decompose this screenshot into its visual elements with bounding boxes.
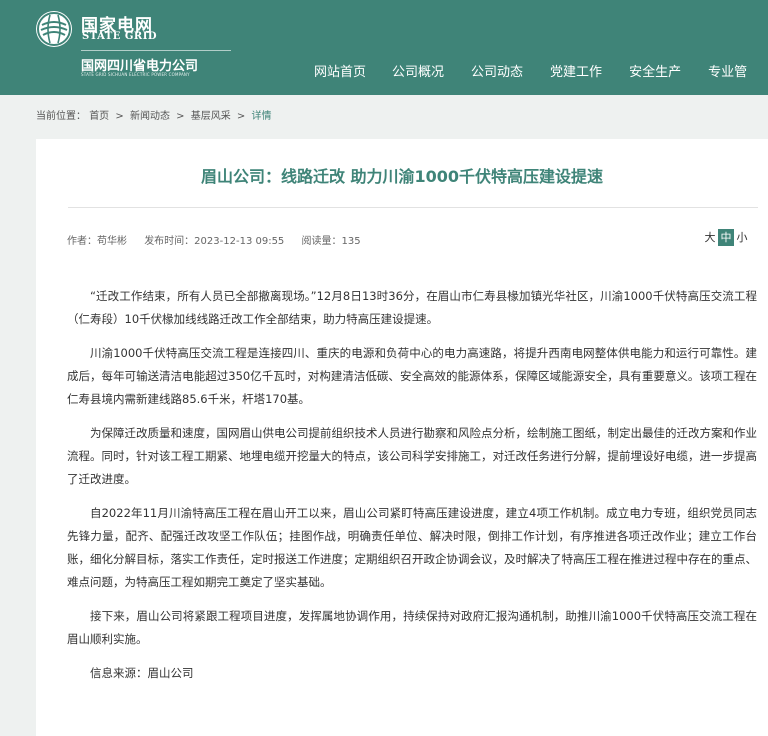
breadcrumb: 当前位置： 首页 > 新闻动态 > 基层风采 > 详情 [36,107,271,122]
breadcrumb-current: 详情 [251,111,272,122]
nav-item-company-overview[interactable]: 公司概况 [392,61,444,80]
site-header: 国家电网 STATE GRID 国网四川省电力公司 STATE GRID SIC… [0,0,768,95]
title-divider [68,207,758,208]
breadcrumb-grassroots[interactable]: 基层风采 [191,111,231,122]
breadcrumb-separator: > [236,111,246,122]
font-size-large[interactable]: 大 [702,229,718,246]
article-paragraph: 自2022年11月川渝特高压工程在眉山开工以来，眉山公司紧盯特高压建设进度，建立… [67,506,757,589]
article-published: 发布时间：2023-12-13 09:55 [144,236,285,247]
nav-item-company-news[interactable]: 公司动态 [471,61,523,80]
article-source: 信息来源：眉山公司 [90,666,194,680]
article-author: 作者：苟华彬 [67,236,127,247]
font-size-switcher: 大中小 [702,229,750,246]
nav-item-party-building[interactable]: 党建工作 [550,61,602,80]
nav-item-safety[interactable]: 安全生产 [629,61,681,80]
brand-name-en: STATE GRID [82,31,158,42]
brand-divider [81,50,231,51]
breadcrumb-news[interactable]: 新闻动态 [130,111,170,122]
article-body: “迁改工作结束，所有人员已全部撤离现场。”12月8日13时36分，在眉山市仁寿县… [67,285,757,696]
nav-item-professional[interactable]: 专业管 [708,61,747,80]
article-meta: 作者：苟华彬 发布时间：2023-12-13 09:55 阅读量：135 [67,232,375,247]
breadcrumb-separator: > [115,111,124,122]
font-size-small[interactable]: 小 [734,229,750,246]
article-paragraph: 川渝1000千伏特高压交流工程是连接四川、重庆的电源和负荷中心的电力高速路，将提… [67,346,757,406]
article-reads: 阅读量：135 [301,236,361,247]
state-grid-logo-icon[interactable] [36,11,72,47]
breadcrumb-prefix: 当前位置： [36,111,86,122]
nav-item-home[interactable]: 网站首页 [314,61,366,80]
article-card: 眉山公司：线路迁改 助力川渝1000千伏特高压建设提速 作者：苟华彬 发布时间：… [36,139,768,736]
article-paragraph: “迁改工作结束，所有人员已全部撤离现场。”12月8日13时36分，在眉山市仁寿县… [67,289,757,326]
article-paragraph: 为保障迁改质量和速度，国网眉山供电公司提前组织技术人员进行勘察和风险点分析，绘制… [67,426,757,486]
article-paragraph: 接下来，眉山公司将紧跟工程项目进度，发挥属地协调作用，持续保持对政府汇报沟通机制… [67,609,757,646]
breadcrumb-home[interactable]: 首页 [89,111,109,122]
font-size-medium[interactable]: 中 [718,229,734,246]
company-name-en: STATE GRID SICHUAN ELECTRIC POWER COMPAN… [81,72,190,77]
article-title: 眉山公司：线路迁改 助力川渝1000千伏特高压建设提速 [200,167,604,186]
breadcrumb-separator: > [176,111,185,122]
main-nav: 网站首页 公司概况 公司动态 党建工作 安全生产 专业管 [314,61,747,81]
